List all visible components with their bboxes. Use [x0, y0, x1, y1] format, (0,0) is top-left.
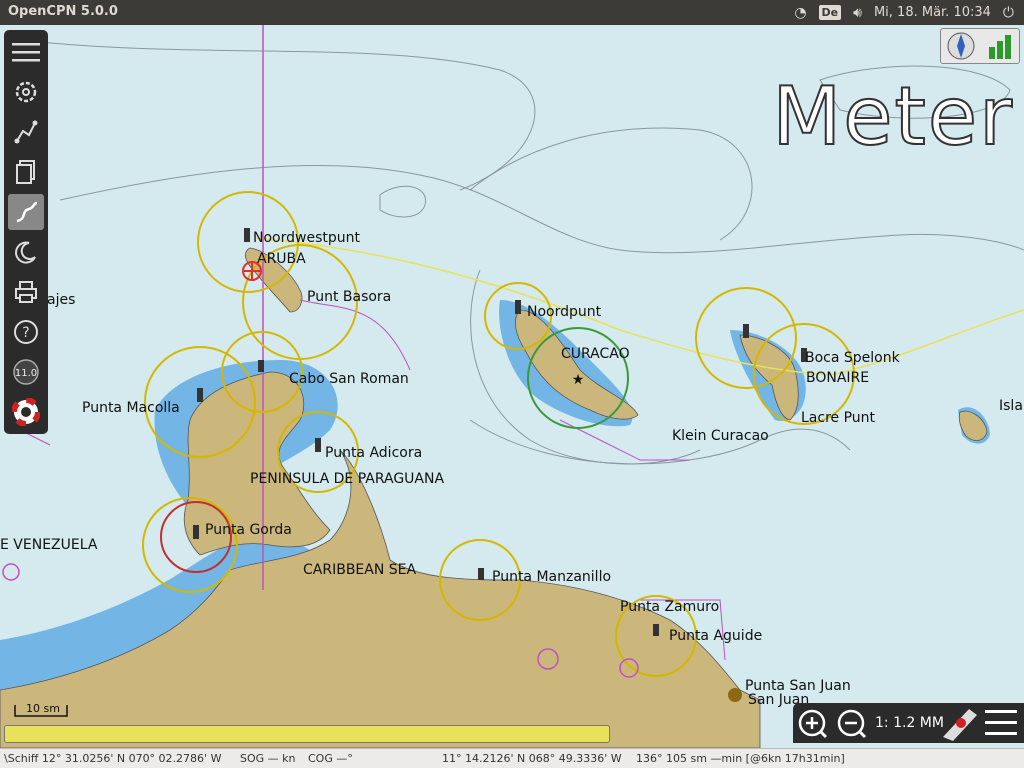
top-panel: OpenCPN 5.0.0 ◔ De 🔊︎ Mi, 18. Mär. 10:34… — [0, 0, 1024, 25]
route-button[interactable] — [8, 114, 44, 150]
label-punta-macolla: Punta Macolla — [82, 400, 180, 416]
status-icons-panel[interactable] — [940, 28, 1020, 64]
label-lacre-punt: Lacre Punt — [801, 410, 876, 426]
track-button[interactable] — [8, 194, 44, 230]
gear-icon — [15, 81, 37, 103]
moon-icon — [15, 241, 36, 264]
zoom-bar: 1: 1.2 MM — [793, 703, 1024, 743]
keyboard-layout-badge[interactable]: De — [818, 5, 842, 20]
zoom-in-icon[interactable] — [797, 707, 829, 739]
system-tray: ◔ De 🔊︎ Mi, 18. Mär. 10:34 ⏻ — [794, 0, 1014, 25]
volume-icon[interactable]: 🔊︎ — [853, 5, 862, 21]
track-icon — [16, 201, 38, 223]
svg-text:?: ? — [22, 325, 29, 341]
cog-readout: COG —° — [308, 752, 353, 765]
chart-bar[interactable] — [4, 725, 610, 743]
label-punta-gorda: Punta Gorda — [205, 522, 292, 538]
route-manager-button[interactable] — [8, 154, 44, 190]
label-caribbean-sea: CARIBBEAN SEA — [303, 562, 416, 578]
label-boca-spelonk: Boca Spelonk — [805, 350, 901, 366]
label-punta-zamuro: Punta Zamuro — [620, 599, 719, 615]
label-ajes: ajes — [47, 292, 75, 308]
wifi-icon[interactable]: ◔ — [794, 5, 806, 21]
window-title: OpenCPN 5.0.0 — [8, 4, 118, 19]
label-peninsula: PENINSULA DE PARAGUANA — [250, 471, 444, 487]
settings-button[interactable] — [8, 74, 44, 110]
help-icon: ? — [14, 320, 38, 344]
label-isla: Isla — [999, 398, 1023, 414]
power-icon[interactable]: ⏻ — [1003, 5, 1014, 21]
label-venezuela: E VENEZUELA — [0, 537, 98, 553]
menu-button[interactable] — [8, 34, 44, 70]
menu-icon[interactable] — [983, 705, 1019, 741]
label-punt-basora: Punt Basora — [307, 289, 391, 305]
print-button[interactable] — [8, 274, 44, 310]
compass-icon[interactable] — [941, 29, 1019, 63]
documents-icon — [16, 160, 35, 184]
bearing-distance: 136° 105 sm —min [@6kn 17h31min] — [636, 752, 845, 765]
help-button[interactable]: ? — [8, 314, 44, 350]
ship-position: \Schiff 12° 31.0256' N 070° 02.2786' W — [4, 752, 222, 765]
lifebuoy-icon — [12, 398, 40, 426]
status-bar: \Schiff 12° 31.0256' N 070° 02.2786' W S… — [0, 748, 1024, 768]
label-aruba: ARUBA — [257, 251, 306, 267]
mob-button[interactable] — [8, 394, 44, 430]
zoom-out-icon[interactable] — [836, 707, 868, 739]
ais-range-label: 11.0 — [15, 368, 37, 379]
label-noordpunt: Noordpunt — [527, 304, 602, 320]
boat-center-icon[interactable] — [941, 705, 979, 741]
label-curacao: CURACAO — [561, 346, 630, 362]
depth-unit-watermark: Meter — [771, 69, 1014, 164]
ais-range-button[interactable]: 11.0 — [8, 354, 44, 390]
sog-readout: SOG — kn — [240, 752, 296, 765]
svg-text:★: ★ — [572, 372, 585, 388]
clock[interactable]: Mi, 18. Mär. 10:34 — [874, 5, 991, 20]
label-bonaire: BONAIRE — [806, 370, 869, 386]
color-scheme-button[interactable] — [8, 234, 44, 270]
printer-icon — [15, 281, 37, 303]
label-cabo-san-roman: Cabo San Roman — [289, 371, 409, 387]
chart-scale: 1: 1.2 MM — [875, 715, 944, 731]
label-noordwestpunt: Noordwestpunt — [253, 230, 360, 246]
route-icon — [14, 120, 38, 144]
ais-range-icon: 11.0 — [13, 359, 39, 385]
label-punta-adicora: Punta Adicora — [325, 445, 422, 461]
scale-bar-label: 10 sm — [26, 702, 60, 715]
label-punta-aguide: Punta Aguide — [669, 628, 762, 644]
scale-bar: 10 sm — [14, 702, 74, 723]
hamburger-icon — [12, 43, 40, 62]
label-punta-manzanillo: Punta Manzanillo — [492, 569, 611, 585]
label-klein-curacao: Klein Curacao — [672, 428, 769, 444]
main-toolbar: ? 11.0 — [4, 30, 48, 434]
cursor-position: 11° 14.2126' N 068° 49.3336' W — [442, 752, 622, 765]
